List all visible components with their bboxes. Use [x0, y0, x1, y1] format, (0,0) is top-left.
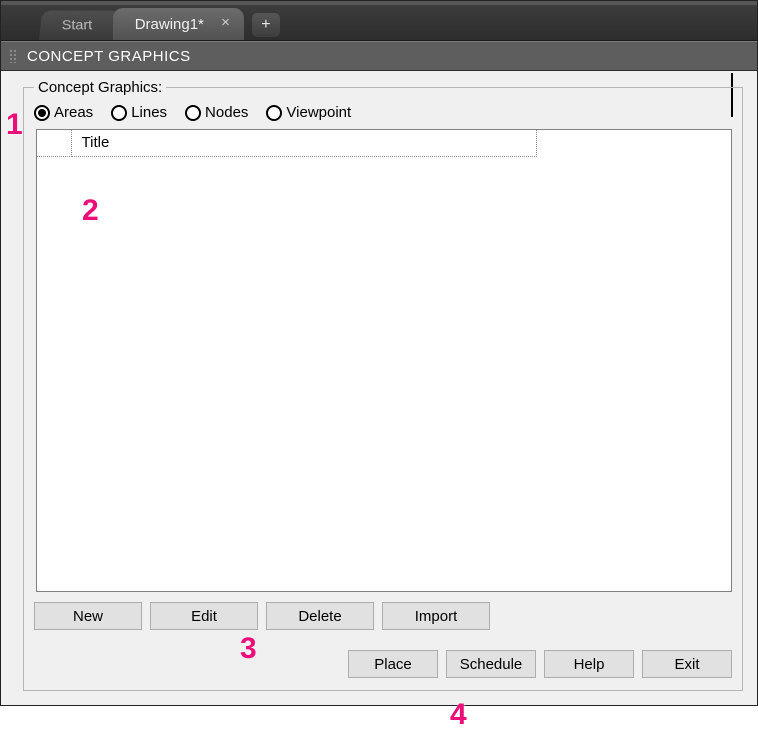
close-icon[interactable]: × [221, 14, 230, 31]
radio-viewpoint-label: Viewpoint [286, 104, 351, 121]
panel-title: CONCEPT GRAPHICS [27, 48, 191, 65]
tab-drawing1-label: Drawing1* [135, 16, 204, 33]
list-button-row: New Edit Delete Import [34, 602, 732, 630]
concept-table: Title [37, 130, 537, 157]
radio-nodes-label: Nodes [205, 104, 248, 121]
radio-dot-icon [34, 105, 50, 121]
radio-circle-icon [266, 105, 282, 121]
tab-start-label: Start [61, 17, 92, 33]
place-button[interactable]: Place [348, 650, 438, 678]
delete-button[interactable]: Delete [266, 602, 374, 630]
new-button[interactable]: New [34, 602, 142, 630]
app-window: Start Drawing1* × + CONCEPT GRAPHICS Con… [0, 0, 758, 706]
dialog-button-row: Place Schedule Help Exit [34, 650, 732, 678]
help-button[interactable]: Help [544, 650, 634, 678]
radio-nodes[interactable]: Nodes [185, 104, 248, 121]
panel-body: Concept Graphics: Areas Lines Nodes View… [1, 71, 757, 705]
plus-icon: + [261, 16, 270, 34]
concept-graphics-group: Concept Graphics: Areas Lines Nodes View… [23, 79, 743, 691]
concept-list[interactable]: Title [36, 129, 732, 592]
new-tab-button[interactable]: + [252, 13, 280, 37]
panel-header: CONCEPT GRAPHICS [1, 41, 757, 71]
radio-circle-icon [111, 105, 127, 121]
schedule-button[interactable]: Schedule [446, 650, 536, 678]
radio-areas[interactable]: Areas [34, 104, 93, 121]
tab-drawing1[interactable]: Drawing1* × [113, 8, 244, 40]
radio-circle-icon [185, 105, 201, 121]
column-title[interactable]: Title [71, 130, 537, 156]
radio-lines-label: Lines [131, 104, 167, 121]
radio-row: Areas Lines Nodes Viewpoint [34, 104, 732, 121]
edit-button[interactable]: Edit [150, 602, 258, 630]
radio-viewpoint[interactable]: Viewpoint [266, 104, 351, 121]
tab-strip: Start Drawing1* × + [1, 1, 757, 41]
import-button[interactable]: Import [382, 602, 490, 630]
tab-start[interactable]: Start [39, 11, 123, 40]
radio-areas-label: Areas [54, 104, 93, 121]
radio-lines[interactable]: Lines [111, 104, 167, 121]
group-legend: Concept Graphics: [34, 79, 166, 96]
grip-icon [9, 49, 17, 63]
column-blank[interactable] [37, 130, 71, 156]
exit-button[interactable]: Exit [642, 650, 732, 678]
